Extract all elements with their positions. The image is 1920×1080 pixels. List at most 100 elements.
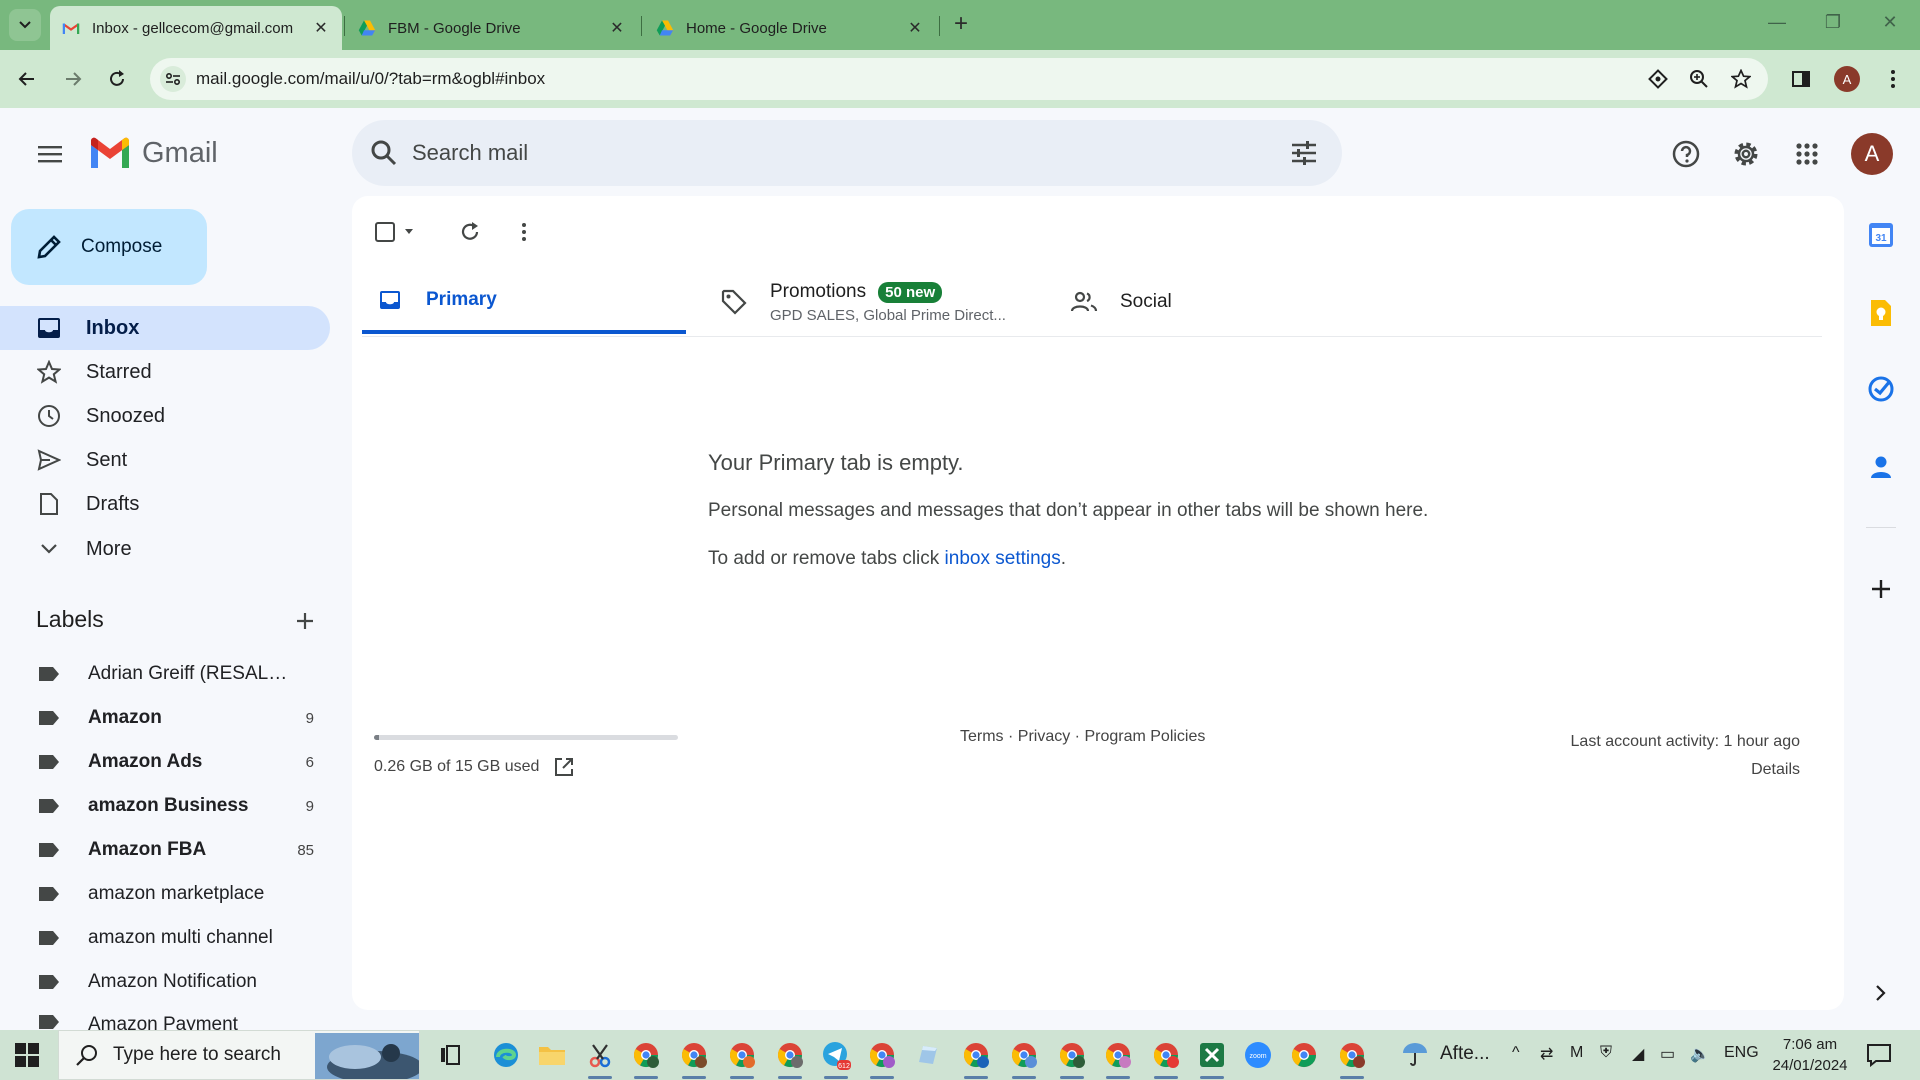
sync-icon[interactable]: ⇄ [1540, 1044, 1553, 1064]
label-tag-icon [39, 887, 59, 901]
gmail-tray-icon[interactable]: M [1570, 1044, 1583, 1062]
side-panel-button[interactable] [1786, 64, 1816, 94]
snipping-tool-icon[interactable] [584, 1039, 616, 1079]
zoom-icon[interactable] [1688, 68, 1710, 90]
wifi-icon[interactable]: ◢ [1632, 1044, 1644, 1064]
label-item[interactable]: amazon marketplace [0, 872, 330, 916]
inbox-settings-link[interactable]: inbox settings [945, 548, 1061, 569]
compose-button[interactable]: Compose [11, 209, 207, 285]
system-clock[interactable]: 7:06 am 24/01/2024 [1768, 1034, 1852, 1076]
label-item[interactable]: amazon Business 9 [0, 784, 330, 828]
hint-suffix: . [1060, 548, 1067, 569]
new-tab-button[interactable]: + [948, 12, 974, 38]
label-item[interactable]: Amazon Payment [0, 1004, 330, 1030]
search-options-icon[interactable] [1288, 137, 1320, 169]
tab-social[interactable]: Social [1070, 270, 1410, 334]
excel-icon[interactable] [1196, 1039, 1228, 1079]
chrome-profile-icon[interactable] [1150, 1039, 1182, 1079]
browser-tab-gmail[interactable]: Inbox - gellcecom@gmail.com ✕ [50, 6, 342, 50]
chrome-profile-icon[interactable] [1102, 1039, 1134, 1079]
chrome-icon[interactable] [1288, 1039, 1320, 1071]
forward-button[interactable] [58, 64, 88, 94]
footer-links[interactable]: Terms · Privacy · Program Policies [960, 728, 1205, 746]
reload-button[interactable] [102, 64, 132, 94]
chrome-profile-icon[interactable] [960, 1039, 992, 1079]
label-item[interactable]: Amazon Ads 6 [0, 740, 330, 784]
language-indicator[interactable]: ENG [1724, 1044, 1759, 1062]
google-apps-button[interactable] [1787, 134, 1827, 174]
close-tab-icon[interactable]: ✕ [906, 18, 924, 38]
close-tab-icon[interactable]: ✕ [608, 18, 626, 38]
chrome-profile-icon[interactable] [774, 1039, 806, 1079]
nav-item-inbox[interactable]: Inbox [0, 306, 330, 350]
task-view-icon[interactable] [434, 1039, 466, 1071]
keep-app-button[interactable] [1866, 298, 1896, 328]
restore-icon[interactable]: ❐ [1818, 12, 1848, 33]
arrow-left-icon [18, 72, 34, 86]
windows-start-icon[interactable] [14, 1042, 40, 1068]
label-item[interactable]: Adrian Greiff (RESALE C... [0, 652, 330, 696]
profile-button[interactable]: A [1832, 64, 1862, 94]
tab-promotions[interactable]: Promotions 50 new GPD SALES, Global Prime… [720, 270, 1060, 334]
chrome-profile-icon[interactable] [1056, 1039, 1088, 1079]
minimize-icon[interactable]: — [1762, 12, 1792, 33]
calendar-app-button[interactable]: 31 [1866, 220, 1896, 250]
add-label-button[interactable] [290, 606, 320, 636]
taskbar-search-box[interactable]: Type here to search [58, 1030, 420, 1080]
zoom-app-icon[interactable]: zoom [1242, 1039, 1274, 1071]
tab-search-button[interactable] [9, 9, 41, 41]
gmail-logo[interactable]: Gmail [88, 136, 218, 170]
chrome-profile-icon[interactable] [1336, 1039, 1368, 1079]
nav-item-snoozed[interactable]: Snoozed [0, 394, 330, 438]
close-window-icon[interactable]: ✕ [1875, 12, 1905, 33]
weather-widget[interactable]: Afte... [1400, 1039, 1490, 1069]
close-tab-icon[interactable]: ✕ [312, 18, 330, 38]
refresh-button[interactable] [452, 214, 488, 250]
notification-center-icon[interactable] [1866, 1043, 1892, 1067]
account-avatar[interactable]: A [1851, 133, 1893, 175]
browser-menu-button[interactable] [1878, 64, 1908, 94]
chrome-profile-icon[interactable] [1008, 1039, 1040, 1079]
main-menu-button[interactable] [30, 134, 70, 174]
support-button[interactable] [1666, 134, 1706, 174]
label-item[interactable]: Amazon 9 [0, 696, 330, 740]
volume-icon[interactable]: 🔈 [1690, 1044, 1710, 1064]
browser-tab-fbm-drive[interactable]: FBM - Google Drive ✕ [346, 6, 638, 50]
extension-icon[interactable] [1647, 68, 1669, 90]
file-explorer-icon[interactable] [536, 1039, 568, 1071]
open-in-new-icon[interactable] [553, 756, 575, 778]
tab-primary[interactable]: Primary [362, 270, 686, 334]
back-button[interactable] [12, 64, 42, 94]
battery-icon[interactable]: ▭ [1660, 1044, 1675, 1064]
bookmark-star-icon[interactable] [1730, 68, 1752, 90]
label-item[interactable]: amazon multi channel [0, 916, 330, 960]
site-info-icon[interactable] [160, 66, 186, 92]
address-bar[interactable]: mail.google.com/mail/u/0/?tab=rm&ogbl#in… [150, 58, 1768, 100]
settings-button[interactable] [1726, 134, 1766, 174]
tasks-app-button[interactable] [1866, 374, 1896, 404]
chrome-profile-icon[interactable] [866, 1039, 898, 1079]
hide-side-panel-button[interactable] [1866, 978, 1896, 1008]
contacts-app-button[interactable] [1866, 452, 1896, 482]
nav-item-sent[interactable]: Sent [0, 438, 330, 482]
label-item[interactable]: Amazon FBA 85 [0, 828, 330, 872]
show-hidden-icons[interactable]: ^ [1512, 1044, 1520, 1062]
browser-tab-home-drive[interactable]: Home - Google Drive ✕ [644, 6, 936, 50]
nav-item-drafts[interactable]: Drafts [0, 482, 330, 526]
app-icon[interactable] [912, 1039, 944, 1071]
select-all-checkbox[interactable] [372, 214, 422, 250]
nav-item-more[interactable]: More [0, 527, 330, 571]
security-shield-icon[interactable]: ⛨ [1600, 1044, 1612, 1062]
label-item[interactable]: Amazon Notification [0, 960, 330, 1004]
more-actions-button[interactable] [506, 214, 542, 250]
nav-item-starred[interactable]: Starred [0, 350, 330, 394]
chrome-profile-icon[interactable] [726, 1039, 758, 1079]
search-input[interactable] [412, 134, 1212, 172]
edge-icon[interactable] [490, 1039, 522, 1071]
activity-details-link[interactable]: Details [1571, 756, 1800, 784]
chrome-profile-icon[interactable] [678, 1039, 710, 1079]
get-addons-button[interactable] [1866, 574, 1896, 604]
telegram-icon[interactable]: 612 [820, 1039, 852, 1079]
search-icon[interactable] [368, 137, 400, 169]
chrome-profile-icon[interactable] [630, 1039, 662, 1079]
